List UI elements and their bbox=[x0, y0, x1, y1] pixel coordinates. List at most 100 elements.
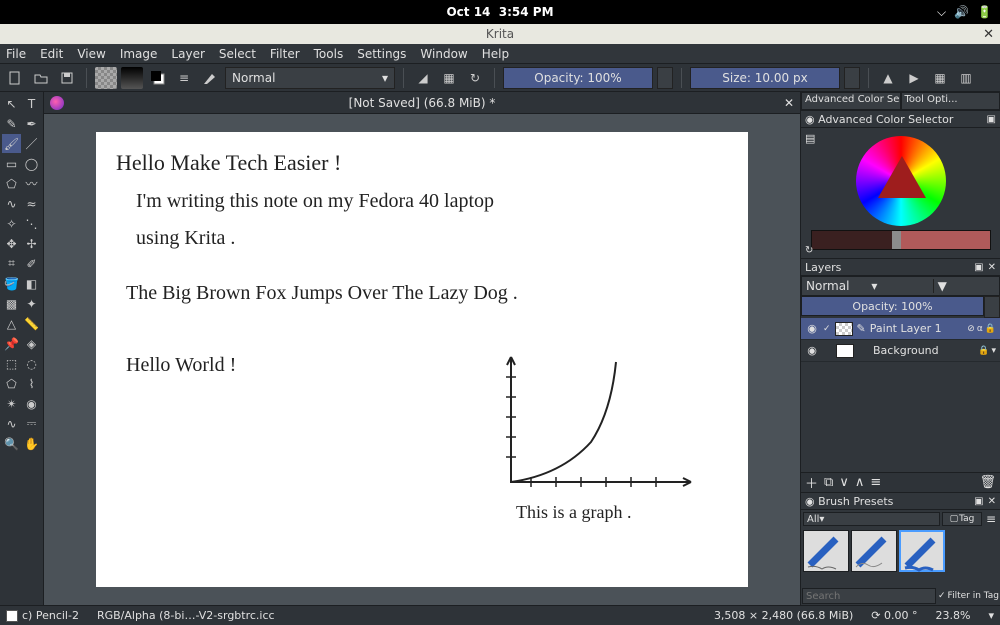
color-history[interactable] bbox=[811, 230, 991, 250]
battery-icon[interactable]: 🔋 bbox=[977, 5, 992, 19]
menu-select[interactable]: Select bbox=[219, 47, 256, 61]
volume-icon[interactable]: 🔊 bbox=[954, 5, 969, 19]
layer-row[interactable]: ◉ Background 🔒▾ bbox=[801, 340, 1000, 362]
tool-select-magnetic[interactable]: ⎓ bbox=[22, 414, 41, 433]
size-spinner[interactable] bbox=[844, 67, 860, 89]
filter-in-tag-checkbox[interactable]: ✓ Filter in Tag bbox=[938, 588, 999, 604]
status-zoom[interactable]: 23.8% bbox=[936, 609, 971, 622]
preset-search-input[interactable] bbox=[802, 588, 936, 604]
wrap-mode-button[interactable]: ▦ bbox=[929, 67, 951, 89]
opacity-slider[interactable]: Opacity: 100% bbox=[503, 67, 653, 89]
tool-pan[interactable]: ✋ bbox=[22, 434, 41, 453]
brush-preset-item[interactable] bbox=[803, 530, 849, 572]
tool-smart-patch[interactable]: ✦ bbox=[22, 294, 41, 313]
float-icon[interactable]: ▣ bbox=[974, 496, 983, 507]
tool-calligraphy[interactable]: ✒ bbox=[22, 114, 41, 133]
tool-text[interactable]: T bbox=[22, 94, 41, 113]
close-icon[interactable]: ✕ bbox=[988, 496, 996, 507]
workspace-button[interactable]: ▥ bbox=[955, 67, 977, 89]
tool-edit-shapes[interactable]: ✎ bbox=[2, 114, 21, 133]
size-slider[interactable]: Size: 10.00 px bbox=[690, 67, 840, 89]
open-file-button[interactable] bbox=[30, 67, 52, 89]
status-color-swatch[interactable] bbox=[6, 610, 18, 622]
tool-crop[interactable]: ⌗ bbox=[2, 254, 21, 273]
status-rotation[interactable]: ⟳ 0.00 ° bbox=[871, 609, 917, 622]
tool-select-contig[interactable]: ✴ bbox=[2, 394, 21, 413]
move-up-button[interactable]: ∧ bbox=[855, 475, 865, 490]
tool-move[interactable]: ↖ bbox=[2, 94, 21, 113]
menu-filter[interactable]: Filter bbox=[270, 47, 300, 61]
acs-menu-icon[interactable]: ▤ bbox=[805, 132, 815, 145]
brush-preset-icon[interactable] bbox=[199, 67, 221, 89]
tool-gradient[interactable]: ◧ bbox=[22, 274, 41, 293]
tool-select-ellipse[interactable]: ◌ bbox=[22, 354, 41, 373]
tool-fill[interactable]: 🪣 bbox=[2, 274, 21, 293]
acs-refresh-icon[interactable]: ↻ bbox=[805, 245, 813, 256]
mirror-v-button[interactable]: ▶ bbox=[903, 67, 925, 89]
tab-tool-options[interactable]: Tool Opti... bbox=[901, 92, 1000, 110]
eraser-toggle[interactable]: ◢ bbox=[412, 67, 434, 89]
color-selector[interactable]: ▤ ↻ bbox=[801, 128, 1000, 258]
tool-color-picker[interactable]: ✐ bbox=[22, 254, 41, 273]
float-icon[interactable]: ▣ bbox=[974, 262, 983, 273]
layer-opacity-slider[interactable]: Opacity: 100% bbox=[801, 296, 984, 316]
tool-line[interactable]: ／ bbox=[22, 134, 41, 153]
tool-transform[interactable]: ✥ bbox=[2, 234, 21, 253]
canvas[interactable]: Hello Make Tech Easier ! I'm writing thi… bbox=[96, 132, 748, 587]
filter-icon[interactable]: ▼ bbox=[933, 279, 999, 293]
tab-advanced-color-selector[interactable]: Advanced Color Selec... bbox=[801, 92, 901, 110]
tool-pattern[interactable]: ▩ bbox=[2, 294, 21, 313]
preserve-alpha-toggle[interactable]: ▦ bbox=[438, 67, 460, 89]
layer-opacity-spinner[interactable] bbox=[984, 296, 1000, 318]
tool-brush[interactable]: 🖌 bbox=[2, 134, 21, 153]
menu-view[interactable]: View bbox=[77, 47, 105, 61]
menu-image[interactable]: Image bbox=[120, 47, 158, 61]
brush-settings-icon[interactable]: ≡ bbox=[173, 67, 195, 89]
menu-edit[interactable]: Edit bbox=[40, 47, 63, 61]
tool-rectangle[interactable]: ▭ bbox=[2, 154, 21, 173]
tool-similar[interactable]: ◈ bbox=[22, 334, 41, 353]
tool-bezier[interactable]: ∿ bbox=[2, 194, 21, 213]
opacity-spinner[interactable] bbox=[657, 67, 673, 89]
close-icon[interactable]: ✕ bbox=[988, 262, 996, 273]
reload-brush-button[interactable]: ↻ bbox=[464, 67, 486, 89]
tool-select-free[interactable]: ⌇ bbox=[22, 374, 41, 393]
tool-assistant[interactable]: △ bbox=[2, 314, 21, 333]
tool-multi[interactable]: ⋱ bbox=[22, 214, 41, 233]
tool-move-layer[interactable]: ✢ bbox=[22, 234, 41, 253]
blend-mode-select[interactable]: Normal ▾ bbox=[225, 67, 395, 89]
tool-measure[interactable]: 📏 bbox=[22, 314, 41, 333]
menu-window[interactable]: Window bbox=[420, 47, 467, 61]
layer-blend-mode[interactable]: Normal▾▼ bbox=[801, 276, 1000, 296]
menu-settings[interactable]: Settings bbox=[357, 47, 406, 61]
window-close-button[interactable]: ✕ bbox=[983, 27, 994, 42]
tool-reference[interactable]: 📌 bbox=[2, 334, 21, 353]
tool-select-rect[interactable]: ⬚ bbox=[2, 354, 21, 373]
tool-select-bezier[interactable]: ∿ bbox=[2, 414, 21, 433]
menu-file[interactable]: File bbox=[6, 47, 26, 61]
tool-dynamic[interactable]: ✧ bbox=[2, 214, 21, 233]
pattern-swatch[interactable] bbox=[95, 67, 117, 89]
menu-layer[interactable]: Layer bbox=[171, 47, 204, 61]
tool-ellipse[interactable]: ◯ bbox=[22, 154, 41, 173]
tool-select-poly[interactable]: ⬠ bbox=[2, 374, 21, 393]
gradient-swatch[interactable] bbox=[121, 67, 143, 89]
menu-tools[interactable]: Tools bbox=[314, 47, 344, 61]
close-icon[interactable]: ▣ bbox=[987, 114, 996, 125]
move-down-button[interactable]: ∨ bbox=[839, 475, 849, 490]
tool-select-similar[interactable]: ◉ bbox=[22, 394, 41, 413]
tool-freehand-path[interactable]: ≈ bbox=[22, 194, 41, 213]
wifi-icon[interactable]: ⌵ bbox=[937, 5, 946, 20]
brush-preset-item[interactable] bbox=[899, 530, 945, 572]
mirror-h-button[interactable]: ▲ bbox=[877, 67, 899, 89]
view-mode-icon[interactable]: ≡ bbox=[984, 512, 998, 526]
brush-preset-item[interactable] bbox=[851, 530, 897, 572]
preset-tag-filter[interactable]: All▾ bbox=[803, 512, 940, 526]
layer-menu-button[interactable]: ≡ bbox=[870, 475, 881, 490]
layer-row[interactable]: ◉ ✓ ✎ Paint Layer 1 ⊘α🔒 bbox=[801, 318, 1000, 340]
duplicate-layer-button[interactable]: ⧉ bbox=[824, 475, 833, 490]
document-tab[interactable]: [Not Saved] (66.8 MiB) * ✕ bbox=[44, 92, 800, 114]
tool-polygon[interactable]: ⬠ bbox=[2, 174, 21, 193]
menu-help[interactable]: Help bbox=[482, 47, 509, 61]
document-close-button[interactable]: ✕ bbox=[784, 96, 794, 110]
